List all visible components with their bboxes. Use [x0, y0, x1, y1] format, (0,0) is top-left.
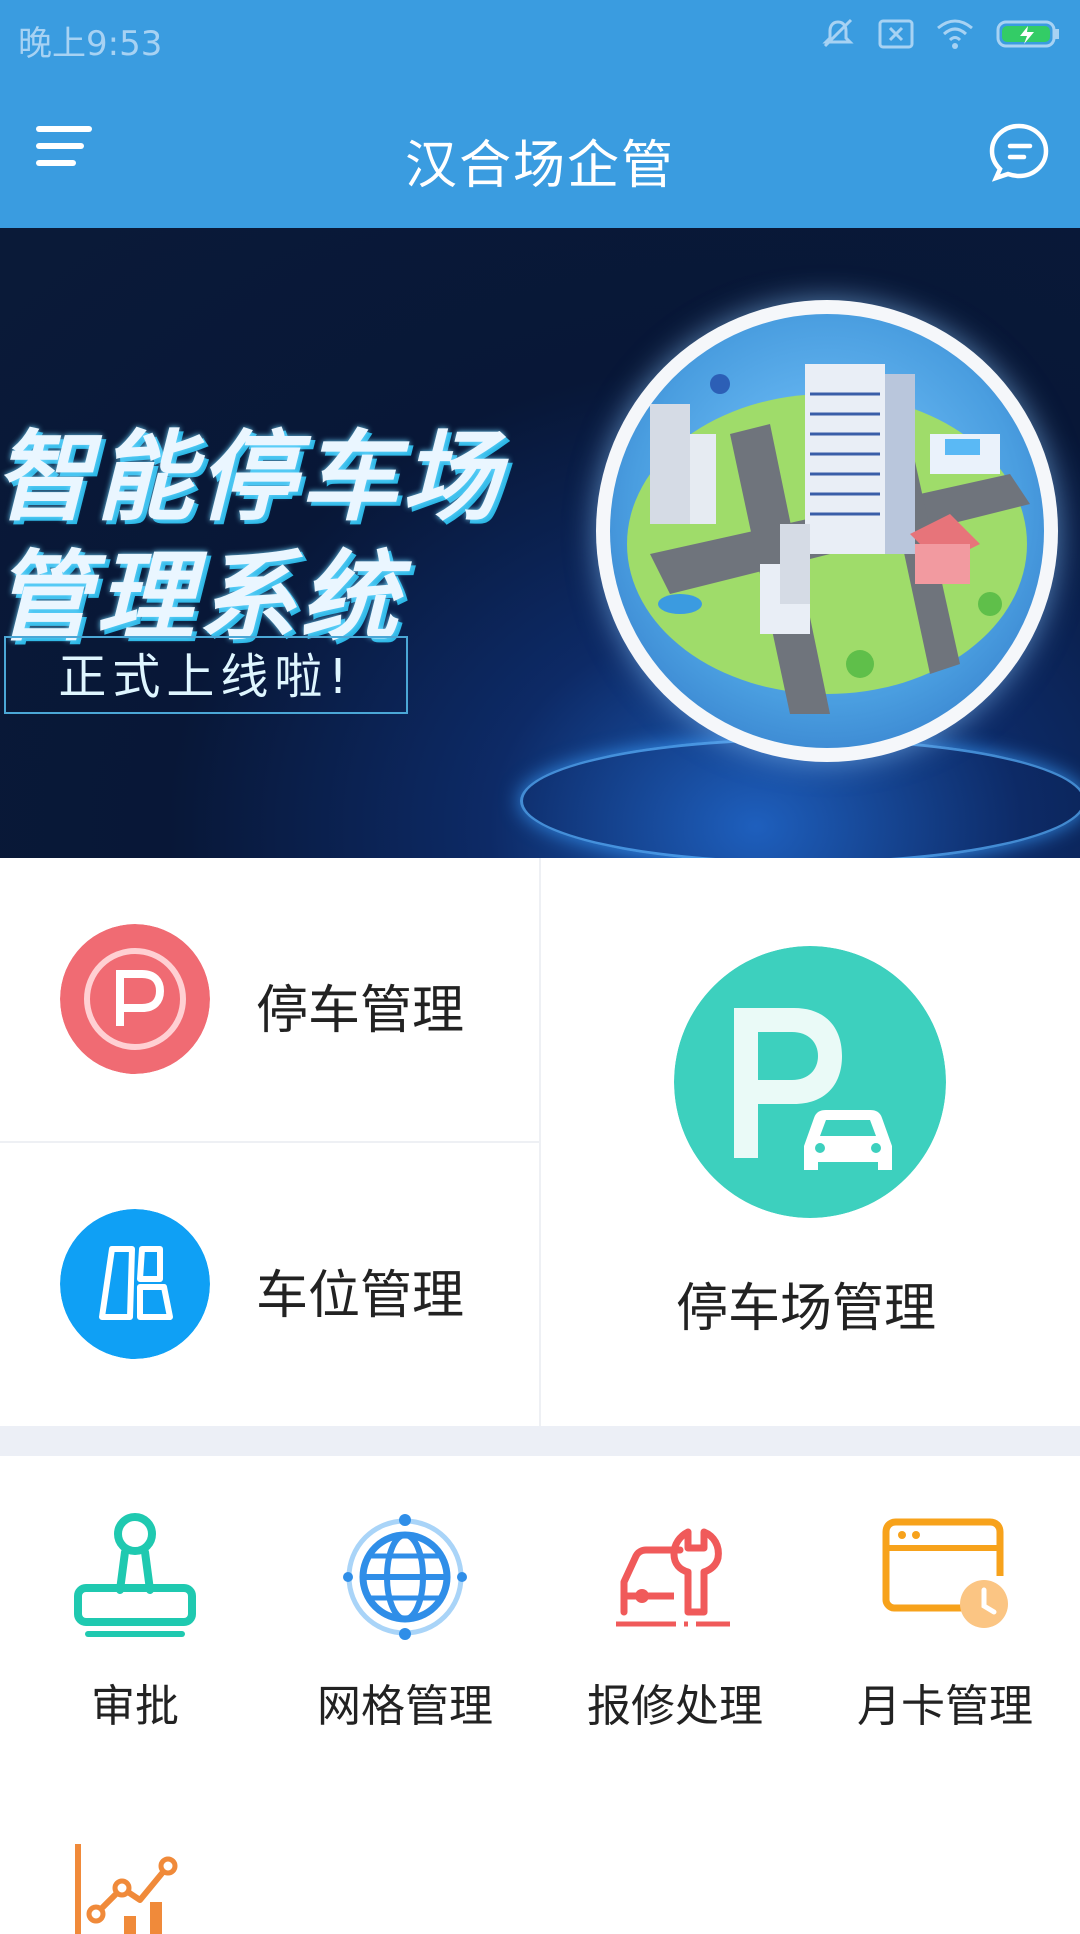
parking-lot-car-icon [674, 946, 946, 1218]
section-separator [0, 1426, 1080, 1456]
space-management-tile[interactable]: 车位管理 [0, 1143, 539, 1426]
status-time: 晚上9:53 [18, 24, 163, 64]
parking-space-icon [60, 1209, 210, 1359]
parking-lot-management-label: 停车场管理 [676, 1279, 937, 1339]
approval-label: 审批 [91, 1681, 179, 1732]
parking-p-icon [60, 924, 210, 1074]
statistics-chart-icon[interactable] [70, 1844, 190, 1934]
globe-icon [343, 1514, 467, 1640]
repair-handling-label: 报修处理 [587, 1681, 763, 1732]
message-icon[interactable] [988, 122, 1050, 182]
status-bar: 晚上9:53 [0, 0, 1080, 76]
wifi-icon [937, 19, 973, 49]
monthly-card-button[interactable]: 月卡管理 [810, 1500, 1080, 1740]
city-globe-illustration [596, 300, 1058, 762]
monthly-card-label: 月卡管理 [857, 1681, 1033, 1732]
parking-management-label: 停车管理 [256, 981, 465, 1041]
grid-management-button[interactable]: 网格管理 [270, 1500, 540, 1740]
parking-lot-management-tile[interactable]: 停车场管理 [541, 858, 1080, 1426]
promo-banner[interactable]: 智能停车场 管理系统 正式上线啦! [0, 228, 1080, 858]
car-wrench-icon [616, 1528, 730, 1627]
parking-management-tile[interactable]: 停车管理 [0, 858, 539, 1141]
calendar-clock-icon [882, 1518, 1008, 1628]
space-management-label: 车位管理 [256, 1266, 465, 1326]
sim-error-icon [878, 19, 914, 49]
approval-button[interactable]: 审批 [0, 1500, 270, 1740]
app-bar: 汉合场企管 [0, 76, 1080, 228]
banner-tag: 正式上线啦! [4, 636, 408, 714]
stamp-icon [74, 1513, 196, 1637]
battery-icon [996, 20, 1059, 48]
status-icons [820, 16, 1060, 52]
grid-management-label: 网格管理 [317, 1681, 493, 1732]
repair-handling-button[interactable]: 报修处理 [540, 1500, 810, 1740]
app-title: 汉合场企管 [404, 136, 675, 196]
mute-icon [822, 18, 854, 48]
